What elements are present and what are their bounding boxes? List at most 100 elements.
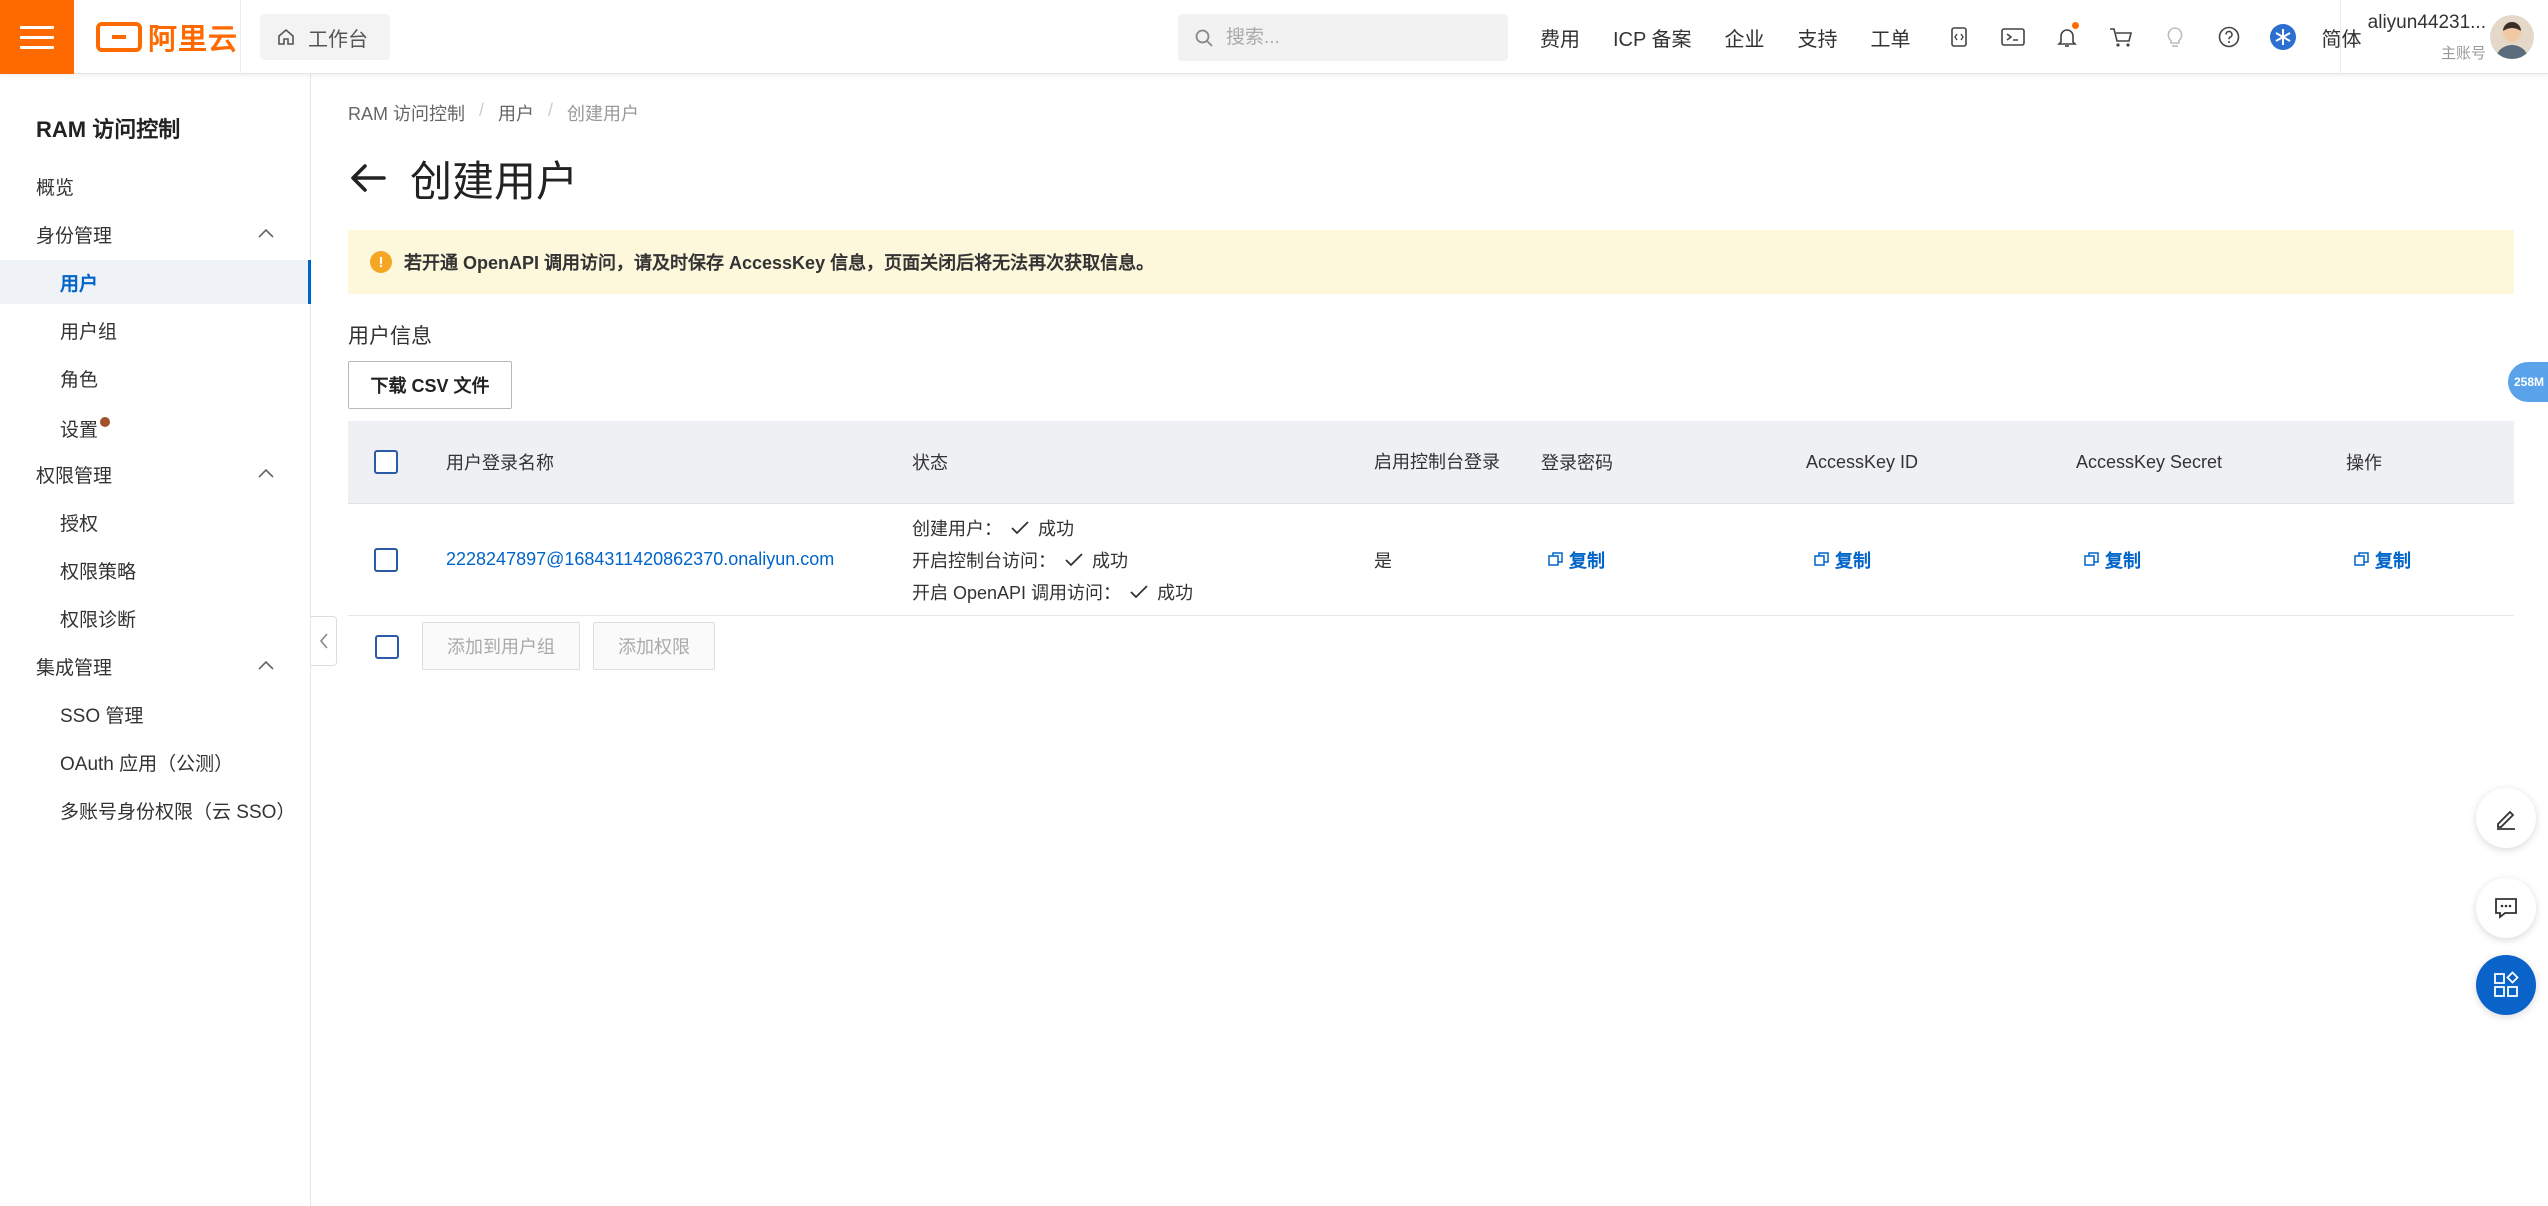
select-all-checkbox[interactable] (374, 450, 398, 474)
workbench-button[interactable]: 工作台 (260, 14, 390, 60)
chevron-left-icon (319, 633, 328, 649)
breadcrumb-parent[interactable]: 用户 (498, 100, 534, 126)
notification-bell-icon[interactable] (2052, 22, 2082, 52)
search-box[interactable] (1178, 14, 1508, 61)
warning-icon: ! (370, 251, 392, 273)
status-label: 创建用户： (912, 518, 1002, 539)
top-bar: 阿里云 工作台 费用 ICP 备案 企业 支持 工单 (0, 0, 2548, 74)
sidebar-item-multi-account[interactable]: 多账号身份权限（云 SSO） (0, 788, 311, 832)
search-input[interactable] (1226, 26, 1486, 49)
warning-alert: ! 若开通 OpenAPI 调用访问，请及时保存 AccessKey 信息，页面… (348, 230, 2514, 294)
table-header: 用户登录名称 状态 启用控制台登录 登录密码 AccessKey ID Acce… (348, 421, 2514, 504)
row-cell: 复制 (2354, 504, 2411, 615)
copy-password-button[interactable]: 复制 (1548, 547, 1605, 573)
nav-icp[interactable]: ICP 备案 (1613, 23, 1692, 52)
aliyun-logo[interactable]: 阿里云 (96, 20, 238, 56)
copy-icon (2084, 552, 2099, 566)
developer-icon[interactable] (1944, 22, 1974, 52)
copy-accesskey-id-button[interactable]: 复制 (1814, 547, 1871, 573)
copy-icon (1814, 552, 1829, 566)
logo-mark-icon (96, 22, 142, 52)
sidebar-item-overview[interactable]: 概览 (0, 164, 311, 208)
console-login-value: 是 (1374, 550, 1392, 571)
nav-billing[interactable]: 费用 (1540, 23, 1580, 52)
chat-button[interactable] (2476, 878, 2536, 938)
row-cell: 复制 (1548, 504, 1605, 615)
header-status: 状态 (912, 453, 948, 473)
nav-ticket[interactable]: 工单 (1871, 23, 1911, 52)
page-title: 创建用户 (410, 157, 579, 205)
breadcrumb-current: 创建用户 (567, 104, 640, 124)
sidebar-item-settings[interactable]: 设置 (0, 406, 311, 450)
sidebar-item-policies[interactable]: 权限策略 (0, 548, 311, 592)
header-accesskey-id: AccessKey ID (1806, 451, 1919, 472)
row-checkbox[interactable] (374, 547, 398, 572)
sidebar-item-diagnosis[interactable]: 权限诊断 (0, 596, 311, 640)
sidebar-item-users[interactable]: 用户 (0, 260, 311, 304)
sidebar-collapse-button[interactable] (311, 616, 337, 666)
cart-icon[interactable] (2106, 22, 2136, 52)
feedback-edit-button[interactable] (2476, 788, 2536, 848)
user-login-name-link[interactable]: 2228247897@1684311420862370.onaliyun.com (446, 549, 834, 570)
sidebar-item-grant[interactable]: 授权 (0, 500, 311, 544)
brand-name: 阿里云 (148, 24, 239, 56)
nav-support[interactable]: 支持 (1798, 23, 1838, 52)
row-cell (374, 504, 398, 615)
check-icon (1065, 552, 1083, 566)
copy-label: 复制 (2375, 550, 2411, 571)
sidebar-title: RAM 访问控制 (36, 117, 181, 142)
breadcrumb: RAM 访问控制 / 用户 / 创建用户 (348, 100, 639, 126)
breadcrumb-separator: / (548, 100, 554, 120)
nav-enterprise[interactable]: 企业 (1725, 23, 1765, 52)
notification-dot (2071, 22, 2079, 29)
memory-badge[interactable]: 258M (2508, 362, 2548, 402)
sidebar-item-oauth[interactable]: OAuth 应用（公测） (0, 740, 311, 784)
lightbulb-icon[interactable] (2160, 22, 2190, 52)
avatar[interactable] (2490, 15, 2534, 59)
sidebar-group-identity[interactable]: 身份管理 (0, 212, 311, 256)
row-cell: 2228247897@1684311420862370.onaliyun.com (446, 504, 834, 615)
account-username: aliyun44231... (2367, 12, 2486, 33)
account-menu[interactable]: aliyun44231... 主账号 (2356, 12, 2486, 63)
add-permission-button[interactable]: 添加权限 (593, 622, 715, 670)
copy-icon (2354, 552, 2369, 566)
row-cell: 复制 (1814, 504, 1871, 615)
chat-icon (2495, 898, 2517, 919)
sidebar-item-label: 权限诊断 (60, 609, 137, 631)
chevron-up-icon (258, 228, 274, 238)
header-password: 登录密码 (1541, 453, 1613, 473)
home-icon (278, 28, 294, 45)
add-to-group-button[interactable]: 添加到用户组 (422, 622, 580, 670)
sidebar-item-user-groups[interactable]: 用户组 (0, 308, 311, 352)
sidebar-item-label: 角色 (60, 369, 99, 391)
sidebar-item-sso[interactable]: SSO 管理 (0, 692, 311, 736)
apps-button[interactable] (2476, 955, 2536, 1015)
help-icon[interactable] (2214, 22, 2244, 52)
sidebar-group-label: 集成管理 (36, 657, 113, 679)
copy-accesskey-secret-button[interactable]: 复制 (2084, 547, 2141, 573)
hamburger-menu-icon[interactable] (0, 0, 74, 74)
sidebar-item-roles[interactable]: 角色 (0, 356, 311, 400)
status-line: 创建用户： 成功 (912, 515, 1193, 541)
status-list: 创建用户： 成功 开启控制台访问： 成功 开启 OpenAPI 调用访问： 成功 (912, 515, 1193, 605)
footer-select-checkbox[interactable] (375, 635, 399, 659)
sidebar-group-label: 权限管理 (36, 465, 113, 487)
download-csv-button[interactable]: 下载 CSV 文件 (348, 361, 512, 409)
copy-label: 复制 (2105, 550, 2141, 571)
back-arrow-icon[interactable] (348, 161, 388, 195)
breadcrumb-separator: / (479, 100, 485, 120)
copy-icon (1548, 552, 1563, 566)
status-line: 开启 OpenAPI 调用访问： 成功 (912, 579, 1193, 605)
sidebar-group-integration[interactable]: 集成管理 (0, 644, 311, 688)
section-title: 用户信息 (348, 325, 432, 348)
sidebar-item-label: 权限策略 (60, 561, 137, 583)
terminal-icon[interactable] (1998, 22, 2028, 52)
users-table: 用户登录名称 状态 启用控制台登录 登录密码 AccessKey ID Acce… (348, 421, 2514, 616)
workbench-label: 工作台 (308, 28, 368, 51)
top-nav: 费用 ICP 备案 企业 支持 工单 简体 (1540, 0, 2362, 74)
breadcrumb-root[interactable]: RAM 访问控制 (348, 100, 465, 126)
copy-all-button[interactable]: 复制 (2354, 547, 2411, 573)
header-console-login: 启用控制台登录 (1374, 452, 1500, 472)
assistant-icon[interactable] (2268, 22, 2298, 52)
sidebar-group-permissions[interactable]: 权限管理 (0, 452, 311, 496)
